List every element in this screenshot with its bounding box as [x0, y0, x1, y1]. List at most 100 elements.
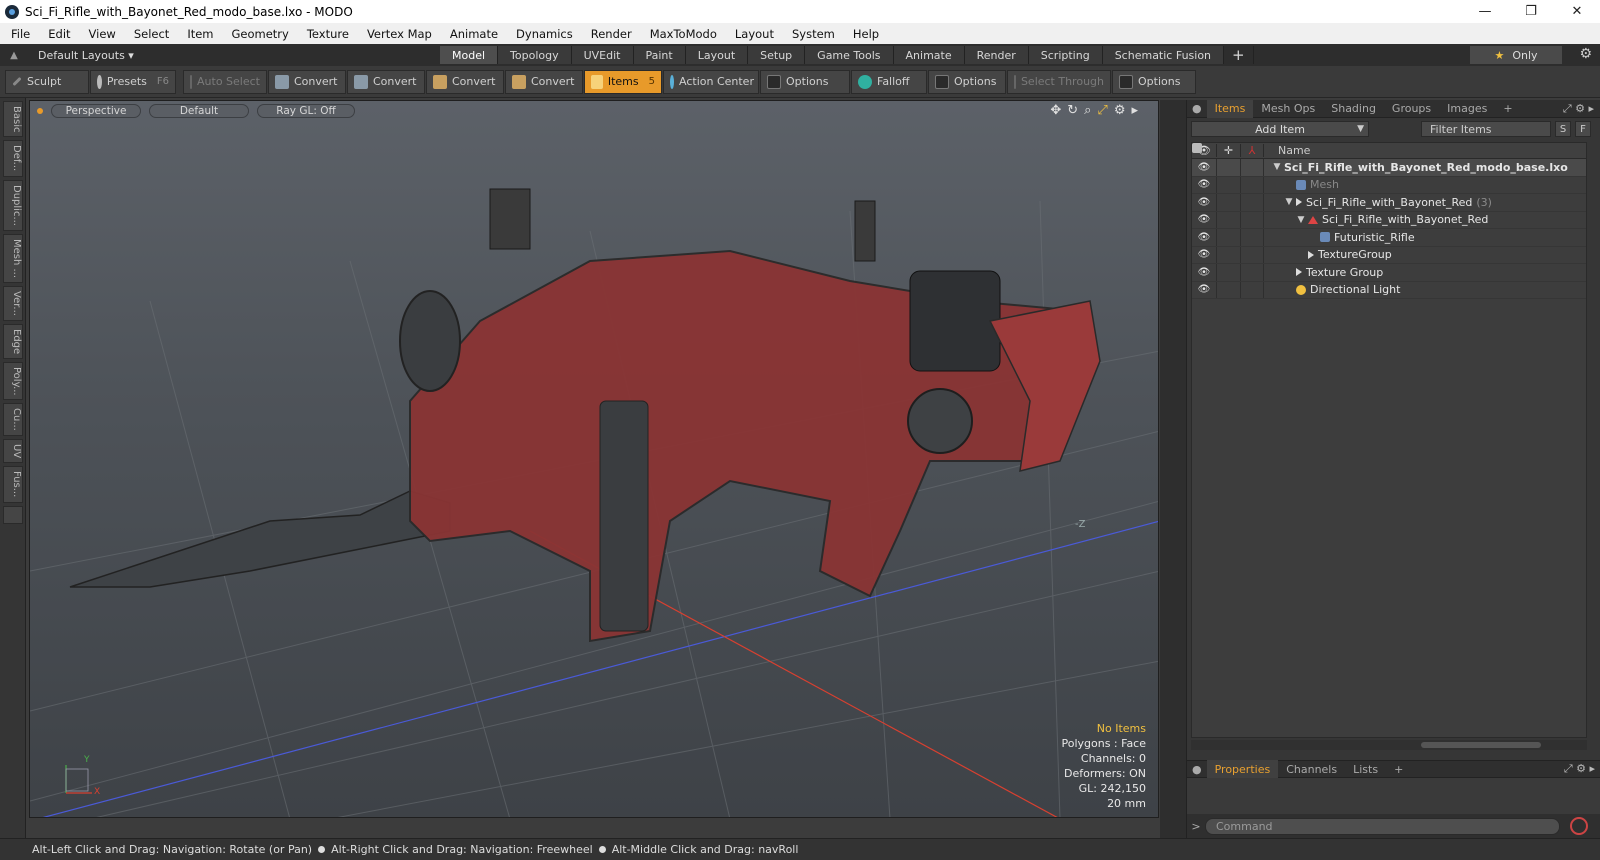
command-history-button[interactable]: [1570, 817, 1588, 835]
menu-render[interactable]: Render: [580, 27, 639, 41]
lock-cell[interactable]: [1216, 176, 1240, 193]
lock-cell[interactable]: [1216, 229, 1240, 246]
convert-vertices-button[interactable]: Convert: [268, 69, 346, 94]
left-tab-collapse[interactable]: [3, 505, 23, 524]
item-tree-row[interactable]: 👁 ▼ Sci_Fi_Rifle_with_Bayonet_Red_modo_bas…: [1192, 143, 1586, 177]
gear-icon[interactable]: ⚙: [1579, 46, 1592, 62]
scrollbar-thumb[interactable]: [1421, 742, 1541, 748]
expand-toggle-icon[interactable]: ▼: [1284, 197, 1294, 207]
tab-scripting[interactable]: Scripting: [1028, 46, 1103, 64]
panel-splitter[interactable]: [1160, 100, 1186, 838]
pan-icon[interactable]: ✥: [1050, 103, 1061, 118]
item-tree-row[interactable]: 👁 Futuristic_Rifle: [1192, 229, 1586, 247]
tab-game-tools[interactable]: Game Tools: [805, 46, 894, 64]
panel-menu-dot[interactable]: ●: [1187, 100, 1207, 118]
left-tab-mesh[interactable]: Mesh ...: [3, 233, 23, 283]
axis-column-icon[interactable]: ⅄: [1240, 144, 1264, 157]
convert-edges-button[interactable]: Convert: [347, 69, 425, 94]
restore-button[interactable]: ❐: [1508, 0, 1554, 23]
select-through-options-button[interactable]: Options: [1112, 69, 1196, 94]
action-center-button[interactable]: Action Center: [663, 69, 759, 94]
lock-cell[interactable]: [1216, 194, 1240, 211]
panel-menu-dot[interactable]: ●: [1187, 760, 1207, 778]
menu-vertex-map[interactable]: Vertex Map: [356, 27, 439, 41]
tab-lists[interactable]: Lists: [1345, 760, 1386, 778]
left-tab-vertex[interactable]: Ver...: [3, 285, 23, 321]
visibility-eye-icon[interactable]: 👁: [1192, 179, 1216, 190]
left-tab-curve[interactable]: Cu...: [3, 403, 23, 437]
visibility-eye-icon[interactable]: 👁: [1192, 214, 1216, 225]
command-input[interactable]: Command: [1205, 817, 1560, 835]
falloff-button[interactable]: Falloff: [851, 69, 927, 94]
name-column-header[interactable]: Name: [1264, 144, 1310, 157]
view-type-button[interactable]: Perspective: [51, 104, 141, 118]
menu-view[interactable]: View: [78, 27, 123, 41]
select-through-button[interactable]: Select Through: [1007, 69, 1111, 94]
lock-cell[interactable]: [1216, 211, 1240, 228]
left-tab-polygon[interactable]: Poly...: [3, 361, 23, 401]
visibility-eye-icon[interactable]: 👁: [1192, 249, 1216, 260]
falloff-options-button[interactable]: Options: [928, 69, 1006, 94]
axis-cell[interactable]: [1240, 246, 1264, 263]
presets-button[interactable]: Presets F6: [90, 69, 176, 94]
tab-properties[interactable]: Properties: [1206, 760, 1279, 778]
menu-maxtomodo[interactable]: MaxToModo: [639, 27, 724, 41]
axis-cell[interactable]: [1240, 281, 1264, 298]
visibility-eye-icon[interactable]: 👁: [1192, 197, 1216, 208]
visibility-eye-icon[interactable]: 👁: [1192, 162, 1216, 173]
item-tree-row[interactable]: 👁 Texture Group: [1192, 264, 1586, 282]
items-mode-button[interactable]: Items 5: [584, 69, 662, 94]
tab-mesh-ops[interactable]: Mesh Ops: [1253, 100, 1323, 118]
tab-groups[interactable]: Groups: [1384, 100, 1439, 118]
left-tab-duplicate[interactable]: Duplic...: [3, 179, 23, 231]
left-tab-uv[interactable]: UV: [3, 439, 23, 464]
visibility-eye-icon[interactable]: 👁: [1192, 232, 1216, 243]
menu-system[interactable]: System: [781, 27, 842, 41]
convert-polygons-button[interactable]: Convert: [426, 69, 504, 94]
lock-cell[interactable]: [1216, 281, 1240, 298]
axis-cell[interactable]: [1240, 229, 1264, 246]
search-filter-f-button[interactable]: F: [1575, 121, 1591, 137]
only-button[interactable]: ★ Only: [1470, 46, 1562, 64]
menu-animate[interactable]: Animate: [439, 27, 505, 41]
panel-expand-icons[interactable]: ⤢ ⚙ ▸: [1564, 762, 1600, 776]
tab-channels[interactable]: Channels: [1278, 760, 1345, 778]
rotate-icon[interactable]: ↻: [1067, 103, 1078, 118]
3d-viewport[interactable]: Perspective Default Ray GL: Off ✥ ↻ ⌕ ⤢ …: [29, 100, 1159, 818]
menu-geometry[interactable]: Geometry: [221, 27, 296, 41]
menu-layout[interactable]: Layout: [724, 27, 781, 41]
menu-file[interactable]: File: [0, 27, 37, 41]
menu-help[interactable]: Help: [842, 27, 886, 41]
lock-cell[interactable]: [1216, 159, 1240, 176]
fit-icon[interactable]: ⤢: [1097, 103, 1107, 118]
layouts-selector[interactable]: ▲ Default Layouts ▾: [0, 49, 440, 62]
left-tab-basic[interactable]: Basic: [3, 101, 23, 138]
menu-item[interactable]: Item: [176, 27, 220, 41]
filter-items-input[interactable]: Filter Items: [1421, 121, 1551, 137]
viewport-menu-dot[interactable]: [37, 108, 43, 114]
sculpt-button[interactable]: Sculpt: [5, 69, 89, 94]
axis-cell[interactable]: [1240, 211, 1264, 228]
axis-cell[interactable]: [1240, 264, 1264, 281]
action-center-options-button[interactable]: Options: [760, 69, 850, 94]
item-tree-row[interactable]: 👁 Mesh: [1192, 176, 1586, 194]
raygl-button[interactable]: Ray GL: Off: [257, 104, 355, 118]
expand-toggle-icon[interactable]: ▼: [1296, 215, 1306, 225]
close-button[interactable]: ✕: [1554, 0, 1600, 23]
axis-cell[interactable]: [1240, 159, 1264, 176]
menu-texture[interactable]: Texture: [296, 27, 356, 41]
add-panel-tab-button[interactable]: +: [1386, 760, 1411, 778]
menu-select[interactable]: Select: [123, 27, 176, 41]
tab-paint[interactable]: Paint: [633, 46, 686, 64]
tab-render[interactable]: Render: [964, 46, 1029, 64]
menu-dynamics[interactable]: Dynamics: [505, 27, 580, 41]
tab-shading[interactable]: Shading: [1323, 100, 1384, 118]
lock-cell[interactable]: [1216, 264, 1240, 281]
tab-layout[interactable]: Layout: [685, 46, 749, 64]
shading-mode-button[interactable]: Default: [149, 104, 249, 118]
menu-edit[interactable]: Edit: [37, 27, 77, 41]
auto-select-button[interactable]: Auto Select: [183, 69, 267, 94]
zoom-icon[interactable]: ⌕: [1084, 103, 1091, 118]
add-panel-tab-button[interactable]: +: [1495, 100, 1520, 118]
axis-cell[interactable]: [1240, 194, 1264, 211]
